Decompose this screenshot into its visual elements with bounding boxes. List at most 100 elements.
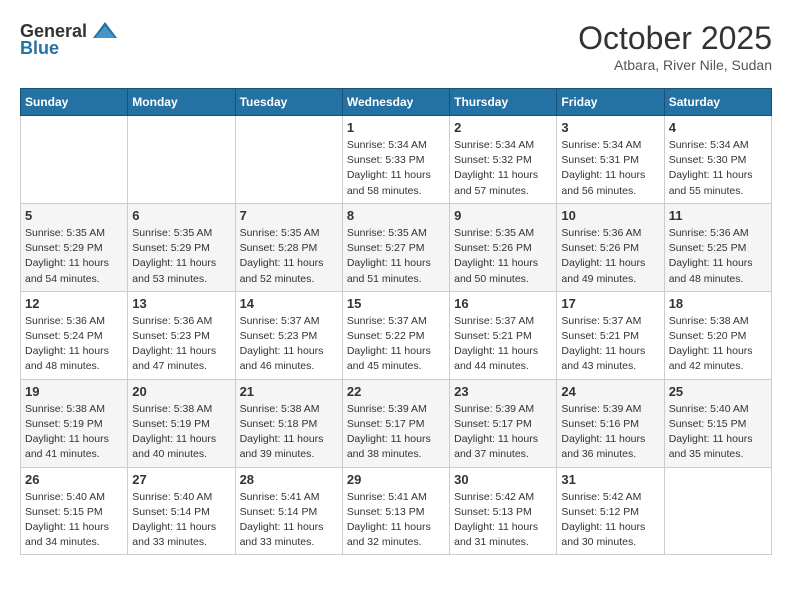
calendar-cell: 23Sunrise: 5:39 AM Sunset: 5:17 PM Dayli… [450,379,557,467]
day-number: 1 [347,120,445,135]
day-number: 12 [25,296,123,311]
calendar-cell [21,116,128,204]
day-number: 22 [347,384,445,399]
day-info: Sunrise: 5:34 AM Sunset: 5:32 PM Dayligh… [454,138,552,199]
day-number: 19 [25,384,123,399]
calendar-cell: 13 Sunrise: 5:36 AM Sunset: 5:23 PM Dayli… [128,291,235,379]
day-number: 29 [347,472,445,487]
day-info: Sunrise: 5:35 AM Sunset: 5:27 PM Dayligh… [347,226,445,287]
logo-blue-text: Blue [20,38,59,59]
logo: General Blue [20,20,119,59]
day-info: Sunrise: 5:35 AM Sunset: 5:29 PM Dayligh… [25,226,123,287]
day-info: Sunrise: 5:41 AM Sunset: 5:14 PM Dayligh… [240,490,338,551]
day-info: Sunrise: 5:37 AM Sunset: 5:21 PM Dayligh… [454,314,552,375]
calendar-cell: 14 Sunrise: 5:37 AM Sunset: 5:23 PM Dayli… [235,291,342,379]
day-number: 16 [454,296,552,311]
page-header: General Blue October 2025 Atbara, River … [20,20,772,73]
calendar-week-4: 19 Sunrise: 5:38 AM Sunset: 5:19 PM Dayli… [21,379,772,467]
day-info: Sunrise: 5:37 AM Sunset: 5:21 PM Dayligh… [561,314,659,375]
day-info: Sunrise: 5:35 AM Sunset: 5:29 PM Dayligh… [132,226,230,287]
calendar-cell: 28 Sunrise: 5:41 AM Sunset: 5:14 PM Dayli… [235,467,342,555]
day-info: Sunrise: 5:40 AM Sunset: 5:14 PM Dayligh… [132,490,230,551]
calendar-cell [128,116,235,204]
calendar-cell: 15Sunrise: 5:37 AM Sunset: 5:22 PM Dayli… [342,291,449,379]
day-info: Sunrise: 5:40 AM Sunset: 5:15 PM Dayligh… [669,402,767,463]
day-info: Sunrise: 5:42 AM Sunset: 5:13 PM Dayligh… [454,490,552,551]
calendar-cell: 11Sunrise: 5:36 AM Sunset: 5:25 PM Dayli… [664,203,771,291]
calendar-header-row: Sunday Monday Tuesday Wednesday Thursday… [21,89,772,116]
day-info: Sunrise: 5:39 AM Sunset: 5:17 PM Dayligh… [347,402,445,463]
header-saturday: Saturday [664,89,771,116]
day-number: 9 [454,208,552,223]
day-info: Sunrise: 5:36 AM Sunset: 5:26 PM Dayligh… [561,226,659,287]
day-number: 18 [669,296,767,311]
calendar-week-2: 5 Sunrise: 5:35 AM Sunset: 5:29 PM Daylig… [21,203,772,291]
day-number: 5 [25,208,123,223]
day-info: Sunrise: 5:34 AM Sunset: 5:31 PM Dayligh… [561,138,659,199]
calendar-week-1: 1Sunrise: 5:34 AM Sunset: 5:33 PM Daylig… [21,116,772,204]
calendar-cell: 27 Sunrise: 5:40 AM Sunset: 5:14 PM Dayli… [128,467,235,555]
day-number: 8 [347,208,445,223]
day-number: 6 [132,208,230,223]
calendar-cell: 5 Sunrise: 5:35 AM Sunset: 5:29 PM Daylig… [21,203,128,291]
calendar-cell: 17 Sunrise: 5:37 AM Sunset: 5:21 PM Dayli… [557,291,664,379]
header-sunday: Sunday [21,89,128,116]
day-info: Sunrise: 5:39 AM Sunset: 5:17 PM Dayligh… [454,402,552,463]
day-number: 15 [347,296,445,311]
calendar-cell: 19Sunrise: 5:38 AM Sunset: 5:19 PM Dayli… [21,379,128,467]
day-number: 30 [454,472,552,487]
day-info: Sunrise: 5:41 AM Sunset: 5:13 PM Dayligh… [347,490,445,551]
calendar-cell: 31 Sunrise: 5:42 AM Sunset: 5:12 PM Dayli… [557,467,664,555]
calendar-cell: 8 Sunrise: 5:35 AM Sunset: 5:27 PM Daylig… [342,203,449,291]
day-number: 21 [240,384,338,399]
day-number: 31 [561,472,659,487]
calendar-cell: 6 Sunrise: 5:35 AM Sunset: 5:29 PM Daylig… [128,203,235,291]
header-monday: Monday [128,89,235,116]
day-info: Sunrise: 5:36 AM Sunset: 5:23 PM Dayligh… [132,314,230,375]
calendar-cell: 21 Sunrise: 5:38 AM Sunset: 5:18 PM Dayli… [235,379,342,467]
calendar-cell: 16 Sunrise: 5:37 AM Sunset: 5:21 PM Dayli… [450,291,557,379]
day-info: Sunrise: 5:40 AM Sunset: 5:15 PM Dayligh… [25,490,123,551]
day-number: 4 [669,120,767,135]
calendar-cell: 7Sunrise: 5:35 AM Sunset: 5:28 PM Daylig… [235,203,342,291]
location: Atbara, River Nile, Sudan [578,57,772,73]
day-number: 13 [132,296,230,311]
day-info: Sunrise: 5:37 AM Sunset: 5:23 PM Dayligh… [240,314,338,375]
day-info: Sunrise: 5:42 AM Sunset: 5:12 PM Dayligh… [561,490,659,551]
logo-icon [91,20,119,42]
day-number: 28 [240,472,338,487]
day-number: 25 [669,384,767,399]
calendar-cell: 25 Sunrise: 5:40 AM Sunset: 5:15 PM Dayli… [664,379,771,467]
day-number: 20 [132,384,230,399]
month-title: October 2025 [578,20,772,57]
day-info: Sunrise: 5:38 AM Sunset: 5:18 PM Dayligh… [240,402,338,463]
day-number: 17 [561,296,659,311]
calendar-cell: 26 Sunrise: 5:40 AM Sunset: 5:15 PM Dayli… [21,467,128,555]
day-info: Sunrise: 5:36 AM Sunset: 5:24 PM Dayligh… [25,314,123,375]
calendar-cell: 1Sunrise: 5:34 AM Sunset: 5:33 PM Daylig… [342,116,449,204]
calendar-cell: 4 Sunrise: 5:34 AM Sunset: 5:30 PM Daylig… [664,116,771,204]
calendar-cell [664,467,771,555]
calendar-cell: 12 Sunrise: 5:36 AM Sunset: 5:24 PM Dayli… [21,291,128,379]
day-number: 14 [240,296,338,311]
calendar-week-5: 26 Sunrise: 5:40 AM Sunset: 5:15 PM Dayli… [21,467,772,555]
day-info: Sunrise: 5:38 AM Sunset: 5:20 PM Dayligh… [669,314,767,375]
header-friday: Friday [557,89,664,116]
day-number: 26 [25,472,123,487]
calendar-cell: 2 Sunrise: 5:34 AM Sunset: 5:32 PM Daylig… [450,116,557,204]
calendar-cell: 22 Sunrise: 5:39 AM Sunset: 5:17 PM Dayli… [342,379,449,467]
header-tuesday: Tuesday [235,89,342,116]
calendar-cell: 18 Sunrise: 5:38 AM Sunset: 5:20 PM Dayli… [664,291,771,379]
day-info: Sunrise: 5:34 AM Sunset: 5:30 PM Dayligh… [669,138,767,199]
day-info: Sunrise: 5:38 AM Sunset: 5:19 PM Dayligh… [132,402,230,463]
day-info: Sunrise: 5:36 AM Sunset: 5:25 PM Dayligh… [669,226,767,287]
day-number: 7 [240,208,338,223]
day-number: 2 [454,120,552,135]
calendar-cell: 24Sunrise: 5:39 AM Sunset: 5:16 PM Dayli… [557,379,664,467]
calendar-cell: 29 Sunrise: 5:41 AM Sunset: 5:13 PM Dayli… [342,467,449,555]
day-number: 3 [561,120,659,135]
day-info: Sunrise: 5:39 AM Sunset: 5:16 PM Dayligh… [561,402,659,463]
calendar-cell: 30 Sunrise: 5:42 AM Sunset: 5:13 PM Dayli… [450,467,557,555]
day-number: 27 [132,472,230,487]
calendar-cell: 20 Sunrise: 5:38 AM Sunset: 5:19 PM Dayli… [128,379,235,467]
